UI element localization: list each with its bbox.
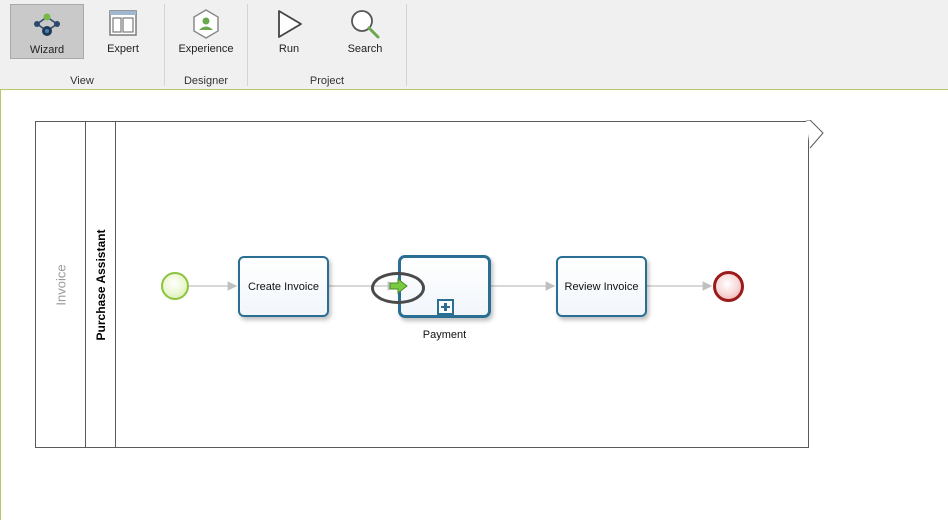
wizard-label: Wizard xyxy=(29,44,65,56)
ribbon-group-project: Run Search Project xyxy=(248,0,406,89)
ribbon-group-designer: Experience Designer xyxy=(165,0,247,89)
task-label: Review Invoice xyxy=(564,280,639,293)
expert-layout-icon xyxy=(108,8,138,43)
group-label-project: Project xyxy=(309,75,345,87)
run-label: Run xyxy=(278,43,300,55)
subprocess-label: Payment xyxy=(422,329,467,341)
search-icon xyxy=(349,8,381,45)
play-icon xyxy=(274,8,304,45)
ribbon-group-view: Wizard Expert View xyxy=(0,0,164,89)
expand-subprocess-icon[interactable] xyxy=(437,299,454,315)
experience-icon xyxy=(191,8,221,45)
run-button[interactable]: Run xyxy=(252,4,326,59)
expert-button[interactable]: Expert xyxy=(86,4,160,59)
group-label-view: View xyxy=(70,75,94,87)
end-event[interactable] xyxy=(713,271,744,302)
search-button[interactable]: Search xyxy=(328,4,402,59)
ribbon-toolbar: Wizard Expert View Experience Designer R… xyxy=(0,0,948,90)
task-review-invoice[interactable]: Review Invoice xyxy=(556,256,647,317)
experience-label: Experience xyxy=(178,43,234,55)
wizard-button[interactable]: Wizard xyxy=(10,4,84,59)
task-create-invoice[interactable]: Create Invoice xyxy=(238,256,329,317)
start-event[interactable] xyxy=(161,272,189,300)
group-separator xyxy=(406,4,407,86)
wizard-icon xyxy=(30,9,64,46)
experience-button[interactable]: Experience xyxy=(169,4,243,59)
diagram-canvas[interactable]: Invoice Purchase Assistant Create Invoic… xyxy=(0,90,948,520)
group-label-designer: Designer xyxy=(183,75,229,87)
task-label: Create Invoice xyxy=(248,280,319,293)
search-label: Search xyxy=(347,43,383,55)
expert-label: Expert xyxy=(107,43,139,55)
green-arrow-icon xyxy=(389,278,408,294)
